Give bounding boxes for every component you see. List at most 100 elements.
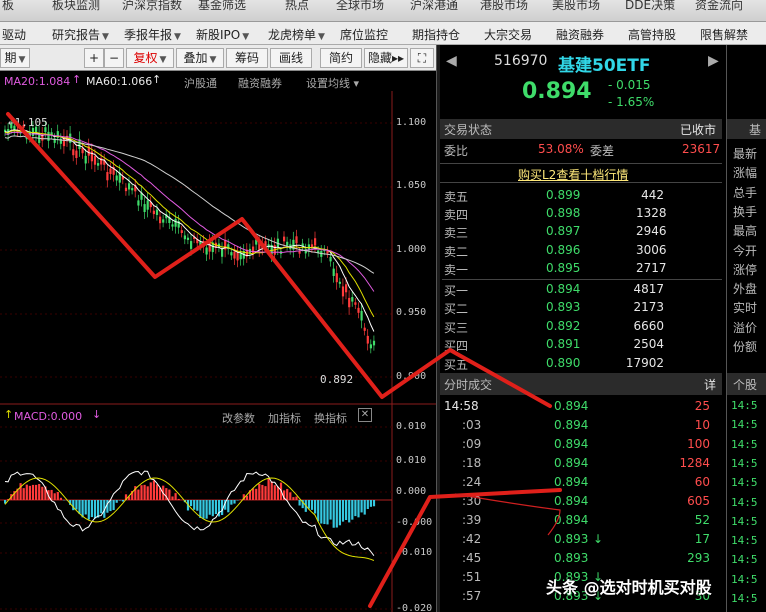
price-axis-label: 0.900 [396,371,427,382]
tick-row[interactable]: :09 0.894 100 [440,436,722,454]
menu1-item[interactable]: 板块监测 [52,0,100,13]
menu2-item[interactable]: 龙虎榜单 ▼ [268,26,325,43]
menu2-item[interactable]: 高管持股 [628,26,676,43]
menu1-item[interactable]: 沪深京指数 [122,0,182,13]
tick-time: :24 [462,475,482,489]
ask-volume: 3006 [636,242,667,257]
macd-axis-label: -0.020 [396,603,433,612]
zoom-in-button[interactable]: + [84,48,104,68]
side-label: 换手 [733,204,758,219]
side-label: 涨幅 [733,166,758,181]
menu2-item[interactable]: 限售解禁 [700,26,748,43]
side-tick-time: 14:5 [731,399,758,412]
price-axis-label: 1.100 [396,117,427,128]
side-header-text: 基 [749,123,762,137]
bid-price: 0.890 [546,355,581,370]
fuquan-button[interactable]: 复权 ▼ [126,48,174,68]
l2-row: 购买L2查看十档行情 [440,163,722,183]
menu2-item[interactable]: 研究报告 ▼ [52,26,109,43]
next-stock-icon[interactable]: ▶ [708,53,719,69]
menu1-item[interactable]: 全球市场 [336,0,384,13]
price-last-label: 0.892 [320,373,354,386]
menu1-item[interactable]: 沪深港通 [410,0,458,13]
menu2-item[interactable]: 融资融券 [556,26,604,43]
menu2-item[interactable]: 席位监控 [340,26,388,43]
tick-row[interactable]: :39 0.894 52 [440,512,722,530]
menu1-item[interactable]: 基金筛选 [198,0,246,13]
tick-price: 0.894 [554,418,589,432]
tick-row[interactable]: :42 0.893 ↓ 17 [440,531,722,549]
tick-row[interactable]: :24 0.894 60 [440,474,722,492]
draw-line-button[interactable]: 画线 [270,48,312,68]
price-axis-label: 0.950 [396,307,427,318]
hide-button[interactable]: 隐藏▸▸ [364,48,408,68]
tick-volume: 605 [687,494,710,508]
trade-status-row: 交易状态 已收市 [440,119,722,139]
side-tick-time: 14:5 [731,437,758,451]
menu1-item[interactable]: DDE决策 [625,0,675,13]
ask-row[interactable]: 卖一 0.895 2717 [440,260,722,278]
menu2-item[interactable]: 大宗交易 [484,26,532,43]
ticks-header: 分时成交 详 [440,373,722,395]
side-tick-time: 14:5 [731,495,758,509]
menu2-item[interactable]: 驱动 [2,26,26,43]
tick-row[interactable]: :30 0.894 605 [440,493,722,511]
tick-row[interactable]: 14:58 0.894 25 [440,398,722,416]
tick-time: :18 [462,456,482,470]
ask-row[interactable]: 卖四 0.898 1328 [440,205,722,223]
bid-level-label: 买一 [444,284,469,298]
zoom-out-button[interactable]: − [104,48,124,68]
menu1-item[interactable]: 板 [2,0,14,13]
arrow-up-icon: ↑ [4,408,14,421]
menu1-item[interactable]: 资金流向 [695,0,743,13]
tick-price: 0.893 [554,532,589,546]
chevron-down-icon: ▼ [209,55,217,65]
tick-row[interactable]: :18 0.894 1284 [440,455,722,473]
macd-axis-label: -0.010 [396,547,433,558]
menu2-item[interactable]: 期指持仓 [412,26,460,43]
tick-price: 0.894 [554,456,589,470]
tick-volume: 60 [694,475,710,489]
bid-row[interactable]: 买五 0.890 17902 [440,355,722,373]
prev-stock-icon[interactable]: ◀ [446,53,457,69]
side-tick-time: 14:5 [731,476,758,490]
tick-row[interactable]: :45 0.893 293 [440,550,722,568]
ask-row[interactable]: 卖五 0.899 442 [440,187,722,205]
tick-volume: 1284 [679,456,710,470]
bid-price: 0.891 [546,337,581,352]
menu1-item[interactable]: 热点 [285,0,309,13]
bid-level-label: 买二 [444,302,469,317]
simple-mode-button[interactable]: 简约 [320,48,362,68]
bid-row[interactable]: 买三 0.892 6660 [440,318,722,336]
buy-l2-link[interactable]: 购买L2查看十档行情 [518,166,628,183]
switch-indicator-button[interactable]: 换指标 [314,410,347,426]
kline-chart-area[interactable]: MA20:1.084 ↑ MA60:1.066 ↑ 沪股通 融资融券 设置均线 … [0,71,436,612]
menu2-item[interactable]: 季报年报 ▼ [124,26,181,43]
detail-button[interactable]: 详 [704,376,716,393]
bid-row[interactable]: 买四 0.891 2504 [440,336,722,354]
chips-button[interactable]: 筹码 [226,48,268,68]
tick-time: :45 [462,551,482,565]
bid-volume: 17902 [625,355,664,370]
add-indicator-button[interactable]: 加指标 [268,410,301,426]
tick-volume: 10 [694,418,710,432]
ask-row[interactable]: 卖二 0.896 3006 [440,242,722,260]
change-params-button[interactable]: 改参数 [222,410,255,426]
menu1-item[interactable]: 美股市场 [552,0,600,13]
close-icon[interactable]: ✕ [358,408,372,422]
menu2-item[interactable]: 新股IPO ▼ [196,26,249,43]
tick-time: 14:58 [444,399,479,413]
overlay-button[interactable]: 叠加 ▼ [176,48,224,68]
fullscreen-button[interactable]: ⛶ [410,48,434,68]
ask-volume: 442 [641,188,664,202]
menu1-item[interactable]: 港股市场 [480,0,528,13]
ask-price: 0.898 [546,206,581,221]
ask-row[interactable]: 卖三 0.897 2946 [440,223,722,241]
chevron-down-icon: ▼ [159,55,167,65]
tick-row[interactable]: :03 0.894 10 [440,417,722,435]
price-high-label: ←1.105 [8,116,48,129]
period-select[interactable]: 期 ▼ [0,48,30,68]
ask-volume: 2946 [636,224,667,239]
bid-row[interactable]: 买二 0.893 2173 [440,299,722,317]
bid-row[interactable]: 买一 0.894 4817 [440,281,722,299]
